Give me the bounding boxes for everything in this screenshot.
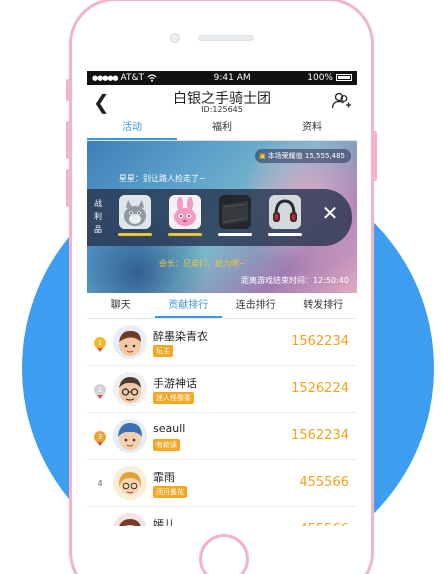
volume-up-button: [66, 121, 70, 159]
add-member-icon[interactable]: [331, 91, 351, 111]
honor-value: 本场荣耀值 15,555,485: [267, 152, 345, 160]
gift-progress-bar: [168, 233, 202, 236]
blue-boy-avatar-icon: [113, 419, 147, 453]
mousepad-icon: [219, 195, 251, 229]
countdown-timer: 距离游戏结束时间：12:50:40: [241, 276, 349, 285]
title-badge: 迷人怪蜀黍: [153, 392, 194, 404]
activity-banner: ▣ 本场荣耀值 15,555,485 星星：别让路人捡走了~ 战利品 ✕ 会长：…: [87, 141, 357, 293]
tab-welfare[interactable]: 福利: [177, 117, 267, 140]
contribution-score: 455566: [299, 475, 349, 490]
clock: 9:41 AM: [213, 73, 251, 83]
user-name: seaull: [153, 422, 186, 435]
honor-value-pill: ▣ 本场荣耀值 15,555,485: [255, 149, 351, 163]
loot-label: 战利品: [94, 199, 102, 234]
user-name: 醉墨染青衣: [153, 330, 208, 343]
battery-icon: [335, 74, 352, 81]
close-icon[interactable]: ✕: [316, 199, 344, 227]
bronze-medal-icon: 3: [94, 431, 106, 446]
earpiece-speaker: [198, 35, 254, 41]
ranking-row[interactable]: 3 seaull 有款读 1562234: [87, 413, 357, 460]
avatar: [113, 372, 147, 406]
chat-message: 星星：别让路人捡走了~: [119, 174, 206, 183]
pink-bunny-plush-icon: [169, 195, 201, 229]
ranking-row[interactable]: 嫣儿 455566: [87, 507, 357, 526]
girl-avatar-icon: [113, 466, 147, 500]
signal-icon: ●●●●●: [92, 74, 119, 82]
battery-indicator: 100%: [307, 73, 352, 83]
tab-profile[interactable]: 资料: [267, 117, 357, 140]
avatar: [113, 513, 147, 526]
contribution-score: 1562234: [291, 334, 349, 349]
boy-avatar-icon: [113, 325, 147, 359]
gift-progress-bar: [118, 233, 152, 236]
guild-id: ID:125645: [201, 105, 243, 114]
nav-bar: ❮ 白银之手骑士团 ID:125645: [87, 85, 357, 117]
gift-mousepad[interactable]: [219, 195, 251, 229]
status-bar: ●●●●● AT&T 9:41 AM 100%: [87, 71, 357, 85]
tab-combo-ranking[interactable]: 连击排行: [222, 295, 290, 318]
girl-avatar-icon: [113, 513, 147, 526]
power-button: [373, 131, 377, 181]
front-camera: [170, 33, 180, 43]
silver-medal-icon: 2: [94, 384, 106, 399]
gift-gaming-headset[interactable]: [269, 195, 301, 229]
stage: ●●●●● AT&T 9:41 AM 100% ❮ 白银之手骑士团 ID:125…: [0, 0, 443, 574]
ranking-row[interactable]: 1 醉墨染青衣 坛主 1562234: [87, 319, 357, 366]
user-name: 嫣儿: [153, 518, 175, 526]
ranking-row[interactable]: 4 霏雨 闭月羞花 455566: [87, 460, 357, 507]
ranking-row[interactable]: 2 手游神话 迷人怪蜀黍 1526224: [87, 366, 357, 413]
leader-message: 会长：兄弟们，给力啊~: [159, 259, 246, 268]
user-name: 手游神话: [153, 377, 197, 390]
gray-cat-plush-icon: [119, 195, 151, 229]
ranking-list: 1 醉墨染青衣 坛主 1562234 2 手游神话 迷人怪蜀黍 1526224 …: [87, 319, 357, 526]
loot-panel: 战利品 ✕: [87, 189, 352, 246]
gold-medal-icon: 1: [94, 337, 106, 352]
contribution-score: 1526224: [291, 381, 349, 396]
glasses-man-avatar-icon: [113, 372, 147, 406]
gift-gray-cat-plush[interactable]: [119, 195, 151, 229]
wifi-icon: [147, 74, 157, 82]
headset-icon: [269, 195, 301, 229]
contribution-score: 1562234: [291, 428, 349, 443]
gift-progress-bar: [218, 233, 252, 236]
tab-contribution-ranking[interactable]: 贡献排行: [154, 295, 222, 318]
phone-screen: ●●●●● AT&T 9:41 AM 100% ❮ 白银之手骑士团 ID:125…: [87, 71, 357, 526]
title-badge: 有款读: [153, 439, 180, 451]
title-badge: 坛主: [153, 345, 173, 357]
gift-progress-bar: [268, 233, 302, 236]
rank-number: 4: [97, 479, 103, 488]
ranking-tab-bar: 聊天 贡献排行 连击排行 转发排行: [87, 295, 357, 319]
volume-down-button: [66, 169, 70, 207]
avatar: [113, 466, 147, 500]
tab-share-ranking[interactable]: 转发排行: [290, 295, 358, 318]
carrier-label: AT&T: [120, 73, 145, 83]
top-tab-bar: 活动 福利 资料: [87, 117, 357, 141]
mute-switch: [66, 79, 70, 101]
tab-chat[interactable]: 聊天: [87, 295, 155, 318]
avatar: [113, 419, 147, 453]
gift-pink-bunny-plush[interactable]: [169, 195, 201, 229]
tab-activity[interactable]: 活动: [87, 117, 177, 140]
lock-icon: ▣: [259, 152, 266, 160]
user-name: 霏雨: [153, 471, 175, 484]
title-badge: 闭月羞花: [153, 486, 187, 498]
contribution-score: 455566: [299, 522, 349, 526]
home-button[interactable]: [199, 534, 249, 574]
battery-label: 100%: [307, 73, 333, 83]
avatar: [113, 325, 147, 359]
